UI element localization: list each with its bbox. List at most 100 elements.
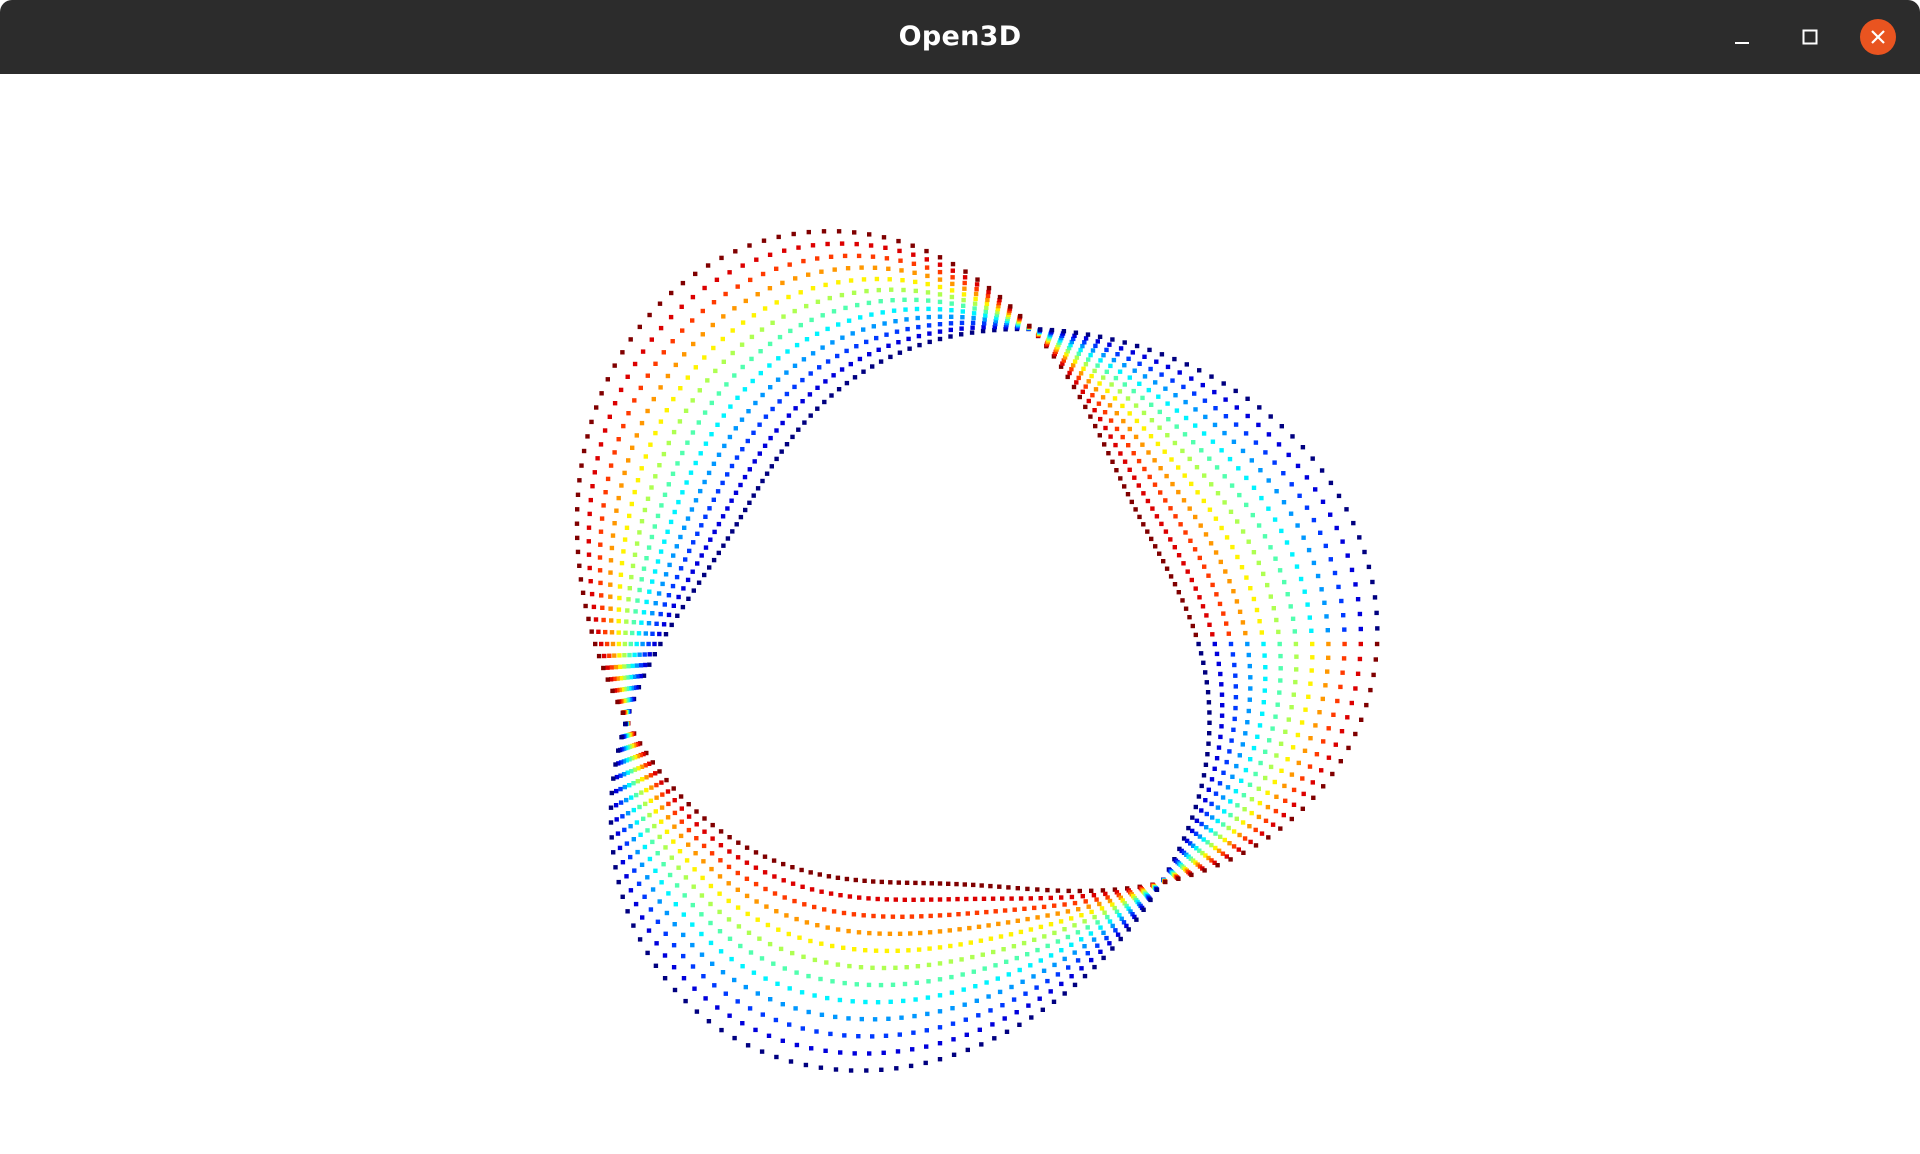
point bbox=[667, 562, 672, 568]
point bbox=[1006, 885, 1011, 890]
point bbox=[948, 321, 954, 326]
point bbox=[844, 876, 850, 882]
point bbox=[1213, 406, 1218, 411]
point bbox=[1321, 739, 1326, 744]
point bbox=[1140, 442, 1145, 447]
point bbox=[631, 620, 637, 625]
point bbox=[793, 276, 798, 281]
point bbox=[1080, 894, 1085, 899]
point bbox=[1049, 327, 1055, 333]
point bbox=[716, 521, 722, 527]
point bbox=[1097, 433, 1102, 438]
point bbox=[784, 913, 789, 918]
point bbox=[861, 277, 867, 282]
point bbox=[619, 483, 624, 488]
point bbox=[876, 287, 881, 293]
point bbox=[767, 363, 772, 368]
point bbox=[757, 422, 762, 427]
point bbox=[1218, 834, 1223, 839]
point bbox=[1234, 763, 1239, 769]
minimize-button[interactable] bbox=[1724, 19, 1760, 55]
point bbox=[716, 550, 721, 556]
point bbox=[979, 883, 984, 888]
point bbox=[891, 308, 897, 313]
point bbox=[1207, 456, 1212, 461]
point bbox=[659, 503, 664, 508]
point bbox=[1261, 641, 1266, 647]
point bbox=[1165, 364, 1171, 370]
point bbox=[1107, 403, 1113, 408]
point bbox=[899, 268, 904, 273]
point bbox=[1155, 441, 1161, 447]
point bbox=[1090, 348, 1096, 353]
point bbox=[1072, 982, 1078, 988]
point bbox=[1304, 505, 1310, 510]
point bbox=[727, 849, 732, 854]
point bbox=[1111, 357, 1117, 363]
point bbox=[786, 931, 791, 937]
point bbox=[793, 1006, 798, 1011]
point bbox=[1006, 972, 1011, 977]
point bbox=[1257, 800, 1263, 806]
point bbox=[708, 537, 713, 542]
maximize-button[interactable] bbox=[1792, 19, 1828, 55]
point bbox=[854, 344, 859, 349]
point bbox=[1284, 540, 1290, 545]
point bbox=[671, 603, 676, 608]
point bbox=[1221, 611, 1226, 616]
point bbox=[1137, 361, 1142, 366]
point bbox=[895, 1049, 901, 1054]
point bbox=[831, 309, 837, 314]
point bbox=[1097, 334, 1103, 339]
point bbox=[973, 984, 978, 989]
point bbox=[879, 1067, 884, 1072]
point bbox=[929, 897, 934, 902]
point bbox=[759, 327, 765, 332]
point bbox=[1340, 670, 1345, 675]
point bbox=[817, 365, 822, 370]
point bbox=[823, 1048, 828, 1053]
title-bar[interactable]: Open3D bbox=[0, 0, 1920, 74]
point bbox=[815, 299, 821, 304]
point bbox=[1223, 414, 1229, 419]
3d-viewport[interactable] bbox=[0, 74, 1920, 1154]
point bbox=[1349, 700, 1354, 706]
point bbox=[1268, 764, 1274, 770]
point bbox=[647, 652, 652, 657]
point bbox=[634, 641, 639, 647]
point bbox=[1170, 481, 1175, 487]
point bbox=[686, 802, 691, 807]
point bbox=[857, 356, 863, 362]
point bbox=[1245, 720, 1250, 725]
point bbox=[1233, 705, 1238, 711]
point bbox=[1310, 641, 1315, 647]
point bbox=[1233, 422, 1239, 427]
point bbox=[1339, 729, 1345, 734]
point bbox=[1292, 629, 1297, 634]
point bbox=[1014, 955, 1019, 961]
point bbox=[982, 317, 987, 322]
point bbox=[751, 970, 757, 975]
point bbox=[1328, 512, 1333, 517]
point bbox=[1375, 626, 1380, 631]
point bbox=[855, 302, 860, 308]
point bbox=[1355, 597, 1361, 602]
point bbox=[1222, 430, 1227, 436]
point bbox=[690, 942, 695, 948]
point bbox=[632, 398, 637, 403]
point bbox=[1228, 857, 1233, 862]
point bbox=[1142, 374, 1148, 379]
point bbox=[990, 896, 996, 901]
point bbox=[925, 273, 930, 279]
point bbox=[1141, 410, 1147, 416]
close-button[interactable] bbox=[1860, 19, 1896, 55]
point bbox=[1206, 787, 1211, 792]
point bbox=[658, 385, 663, 390]
point bbox=[852, 375, 858, 380]
point bbox=[863, 999, 868, 1005]
point bbox=[923, 1060, 928, 1066]
point bbox=[1281, 812, 1286, 818]
point bbox=[912, 1013, 917, 1019]
point bbox=[1300, 445, 1306, 450]
point bbox=[1197, 834, 1203, 839]
